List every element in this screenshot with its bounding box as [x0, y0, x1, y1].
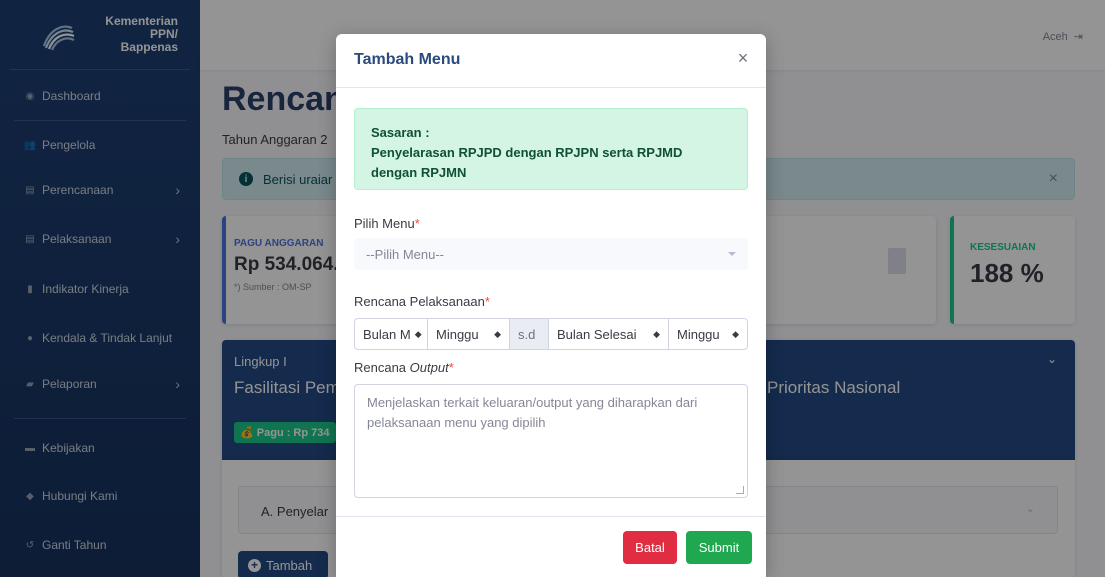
tambah-menu-modal: Tambah Menu × Sasaran : Penyelarasan RPJ… — [336, 34, 766, 577]
rencana-output-label: Rencana Output* — [354, 360, 454, 375]
sasaran-text: Penyelarasan RPJPD dengan RPJPN serta RP… — [371, 145, 683, 180]
bulan-selesai-value: Bulan Selesai — [557, 326, 637, 342]
minggu-mulai-select[interactable]: Minggu ◆ — [428, 318, 510, 350]
output-placeholder: Menjelaskan terkait keluaran/output yang… — [367, 395, 698, 430]
minggu-selesai-value: Minggu — [677, 326, 720, 342]
sasaran-label: Sasaran : — [371, 125, 430, 140]
sasaran-box: Sasaran : Penyelarasan RPJPD dengan RPJP… — [354, 108, 748, 190]
pilih-menu-placeholder: --Pilih Menu-- — [366, 246, 445, 262]
bulan-mulai-select[interactable]: Bulan M ◆ — [354, 318, 428, 350]
modal-header: Tambah Menu × — [336, 34, 766, 88]
pilih-menu-select[interactable]: --Pilih Menu-- — [354, 238, 748, 270]
updown-icon: ◆ — [414, 328, 422, 339]
required-mark: * — [414, 216, 420, 231]
sd-separator: s.d — [510, 318, 548, 350]
output-label-prefix: Rencana — [354, 360, 410, 375]
required-mark: * — [484, 294, 490, 309]
resize-handle-icon[interactable] — [736, 486, 744, 494]
rencana-range: Bulan M ◆ Minggu ◆ s.d Bulan Selesai ◆ M… — [354, 318, 748, 350]
submit-button[interactable]: Submit — [686, 531, 752, 564]
bulan-selesai-select[interactable]: Bulan Selesai ◆ — [548, 318, 669, 350]
rencana-pelaksanaan-label: Rencana Pelaksanaan* — [354, 294, 490, 309]
minggu-mulai-value: Minggu — [436, 326, 479, 342]
bulan-mulai-value: Bulan M — [363, 326, 411, 342]
required-mark: * — [448, 360, 454, 375]
updown-icon: ◆ — [653, 328, 660, 339]
caret-down-icon — [728, 252, 736, 256]
minggu-selesai-select[interactable]: Minggu ◆ — [669, 318, 748, 350]
pilih-menu-label-text: Pilih Menu — [354, 216, 415, 231]
updown-icon: ◆ — [732, 328, 739, 339]
rencana-label-text: Rencana Pelaksanaan — [354, 294, 485, 309]
batal-button[interactable]: Batal — [623, 531, 677, 564]
output-label-em: Output — [409, 360, 449, 375]
rencana-output-textarea[interactable]: Menjelaskan terkait keluaran/output yang… — [354, 384, 748, 498]
close-icon[interactable]: × — [734, 49, 752, 67]
pilih-menu-label: Pilih Menu* — [354, 216, 420, 231]
updown-icon: ◆ — [494, 328, 501, 339]
modal-title: Tambah Menu — [354, 51, 461, 68]
